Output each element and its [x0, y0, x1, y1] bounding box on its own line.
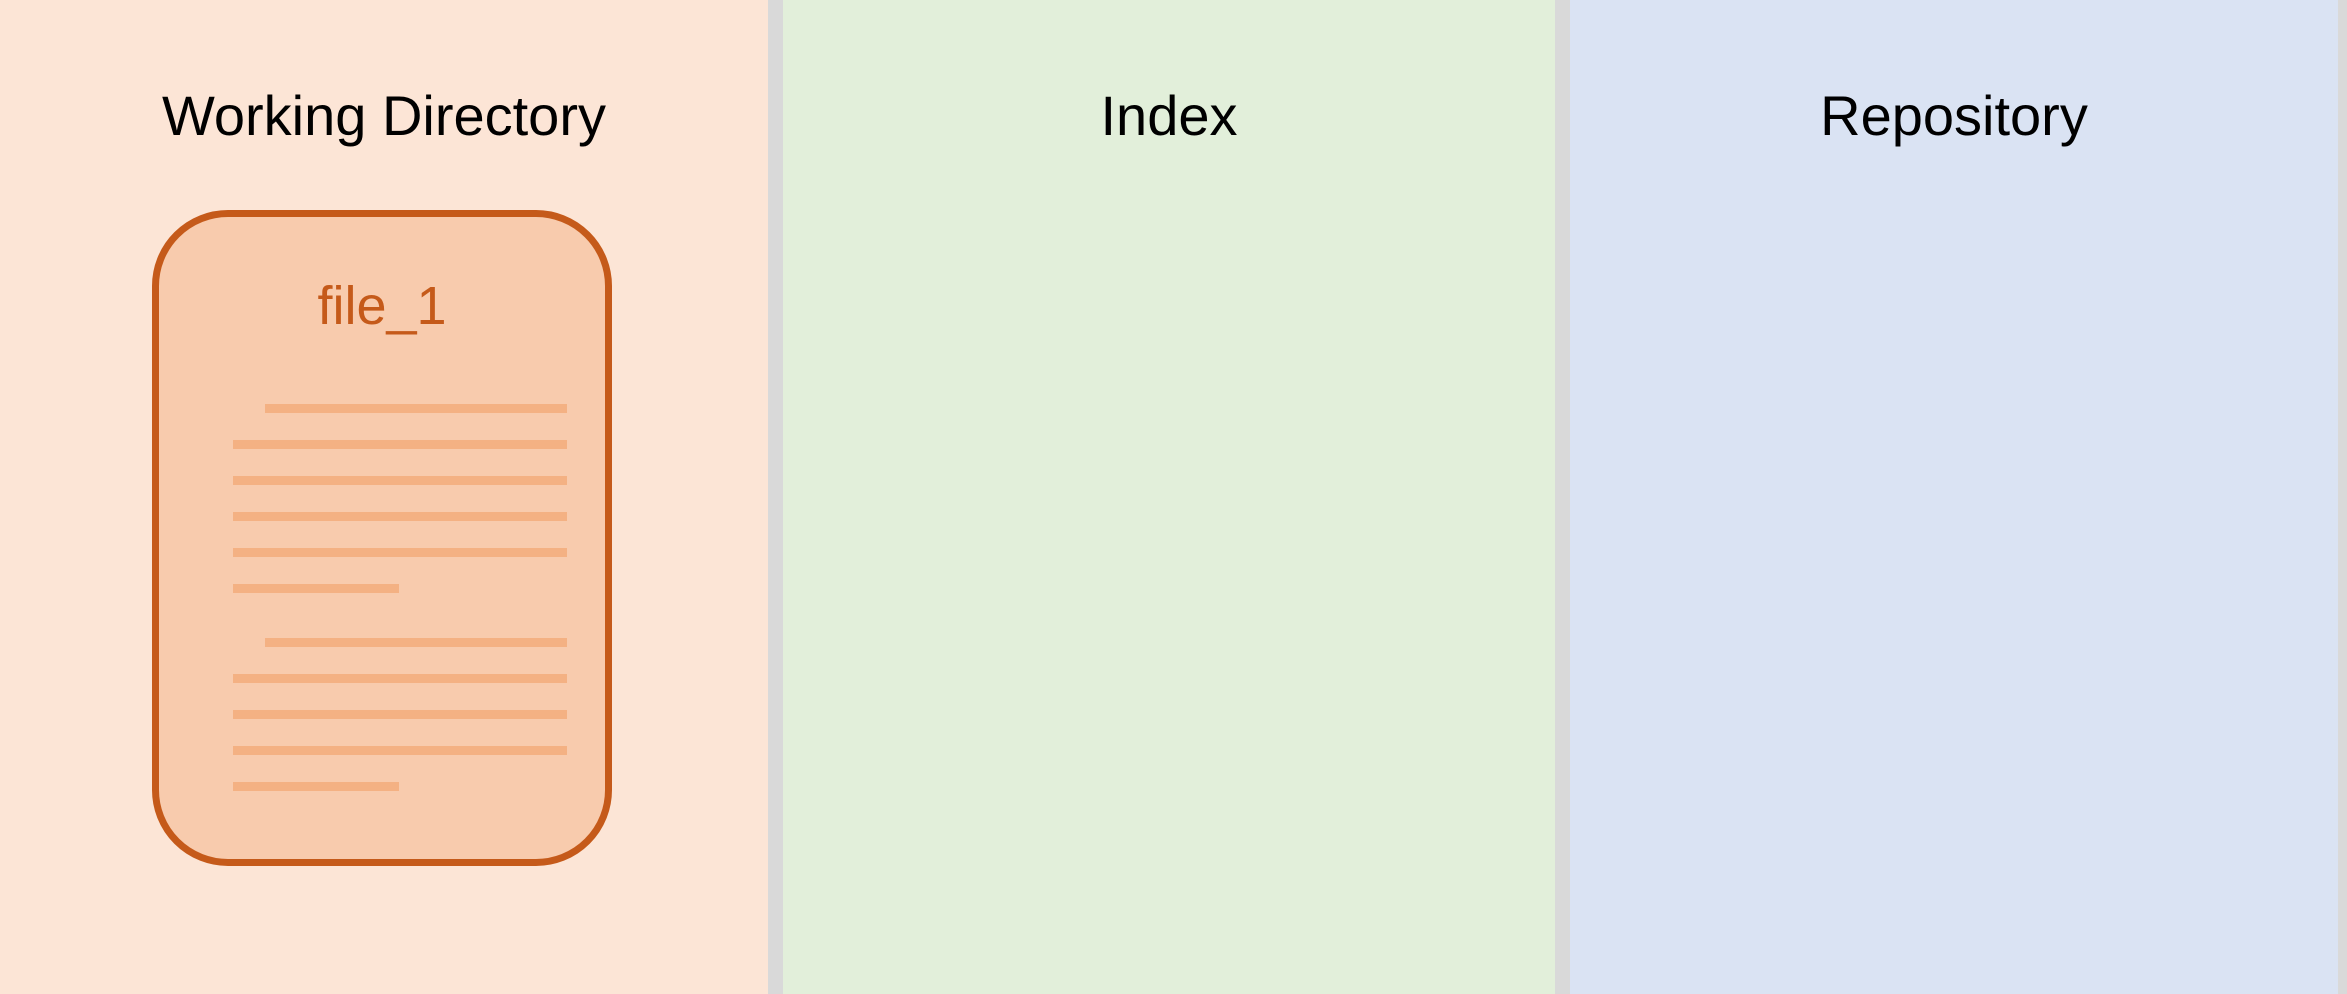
file-icon: file_1 [152, 210, 612, 866]
index-column: Index [783, 0, 1555, 994]
index-title: Index [1100, 84, 1238, 147]
working-directory-title: Working Directory [162, 84, 606, 147]
file-text-line [233, 440, 567, 449]
file-name-label: file_1 [317, 276, 447, 336]
working-directory-column: Working Directory file_1 [0, 0, 768, 994]
file-text-line [233, 746, 567, 755]
repository-title: Repository [1820, 84, 2088, 147]
file-text-line [265, 404, 567, 413]
file-text-line [233, 674, 567, 683]
file-text-line [233, 512, 567, 521]
file-text-line [233, 782, 399, 791]
repository-column: Repository [1570, 0, 2338, 994]
file-text-line [233, 548, 567, 557]
file-text-line [233, 476, 567, 485]
file-text-line [265, 638, 567, 647]
file-text-line [233, 710, 567, 719]
file-text-line [233, 584, 399, 593]
